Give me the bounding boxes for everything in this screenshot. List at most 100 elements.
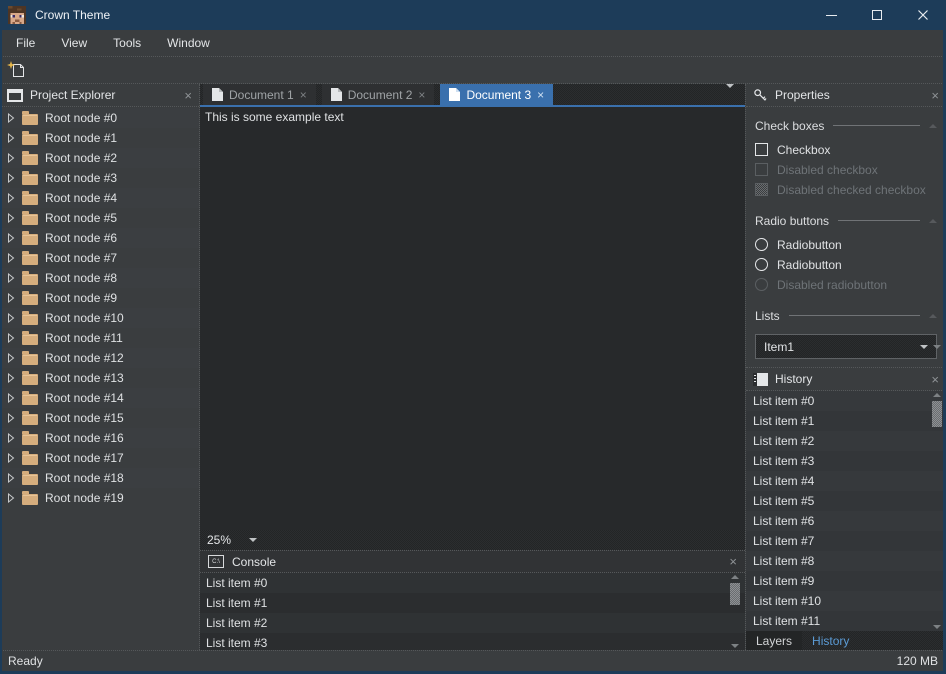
close-button[interactable] (900, 0, 946, 30)
tree-node[interactable]: Root node #3 (0, 168, 199, 188)
scroll-down-icon[interactable] (731, 644, 739, 648)
history-header[interactable]: History × (746, 368, 946, 391)
history-list-item[interactable]: List item #2 (746, 431, 946, 451)
menu-window[interactable]: Window (154, 30, 223, 56)
scroll-down-icon[interactable] (933, 625, 941, 629)
project-explorer-header[interactable]: Project Explorer × (0, 84, 199, 107)
console-list-item[interactable]: List item #3 (200, 633, 745, 653)
tree-node[interactable]: Root node #0 (0, 108, 199, 128)
tree-node[interactable]: Root node #14 (0, 388, 199, 408)
group-radio-buttons[interactable]: Radio buttons (755, 207, 937, 234)
tab-document-1[interactable]: Document 1 × (203, 84, 316, 105)
chevron-right-icon[interactable] (7, 373, 15, 383)
tab-close-icon[interactable]: × (300, 89, 307, 101)
checkbox[interactable] (755, 143, 768, 156)
history-list-item[interactable]: List item #5 (746, 491, 946, 511)
chevron-right-icon[interactable] (7, 493, 15, 503)
list-combobox[interactable]: Item1 (755, 334, 937, 359)
menu-view[interactable]: View (48, 30, 100, 56)
chevron-right-icon[interactable] (7, 113, 15, 123)
console-close-icon[interactable]: × (729, 555, 737, 568)
tab-document-2[interactable]: Document 2 × (322, 84, 435, 105)
history-list-item[interactable]: List item #4 (746, 471, 946, 491)
chevron-right-icon[interactable] (7, 433, 15, 443)
collapse-icon[interactable] (929, 124, 937, 128)
tree-node[interactable]: Root node #18 (0, 468, 199, 488)
history-list-item[interactable]: List item #8 (746, 551, 946, 571)
chevron-right-icon[interactable] (7, 353, 15, 363)
tree-node[interactable]: Root node #9 (0, 288, 199, 308)
chevron-right-icon[interactable] (7, 453, 15, 463)
properties-header[interactable]: Properties × (746, 84, 946, 107)
chevron-right-icon[interactable] (7, 213, 15, 223)
history-scrollbar[interactable] (931, 393, 943, 629)
history-list-item[interactable]: List item #9 (746, 571, 946, 591)
console-list-item[interactable]: List item #0 (200, 573, 745, 593)
chevron-right-icon[interactable] (7, 193, 15, 203)
tree-node[interactable]: Root node #6 (0, 228, 199, 248)
tree-node[interactable]: Root node #17 (0, 448, 199, 468)
chevron-right-icon[interactable] (7, 313, 15, 323)
new-document-button[interactable] (7, 61, 26, 79)
chevron-right-icon[interactable] (7, 173, 15, 183)
maximize-button[interactable] (854, 0, 900, 30)
collapse-icon[interactable] (929, 219, 937, 223)
scroll-up-icon[interactable] (731, 575, 739, 579)
tree-node[interactable]: Root node #16 (0, 428, 199, 448)
chevron-right-icon[interactable] (7, 253, 15, 263)
tab-layers[interactable]: Layers (746, 631, 802, 650)
tab-close-icon[interactable]: × (418, 89, 425, 101)
scrollbar-thumb[interactable] (730, 583, 740, 605)
title-bar[interactable]: Crown Theme (0, 0, 946, 30)
history-list-item[interactable]: List item #6 (746, 511, 946, 531)
scroll-up-icon[interactable] (933, 393, 941, 397)
radio-button[interactable] (755, 238, 768, 251)
console-header[interactable]: C:\ Console × (200, 550, 745, 573)
tree-node[interactable]: Root node #12 (0, 348, 199, 368)
tree-node[interactable]: Root node #11 (0, 328, 199, 348)
history-list-item[interactable]: List item #0 (746, 391, 946, 411)
history-list-item[interactable]: List item #3 (746, 451, 946, 471)
history-list-item[interactable]: List item #10 (746, 591, 946, 611)
group-lists[interactable]: Lists (755, 302, 937, 329)
scroll-down-icon[interactable] (933, 349, 941, 363)
tree-node[interactable]: Root node #5 (0, 208, 199, 228)
tab-overflow-button[interactable] (715, 88, 745, 102)
project-explorer-close-icon[interactable]: × (184, 89, 192, 102)
menu-file[interactable]: File (3, 30, 48, 56)
tree-node[interactable]: Root node #15 (0, 408, 199, 428)
text-editor[interactable]: This is some example text (200, 107, 745, 530)
tab-document-3[interactable]: Document 3 × (440, 84, 553, 105)
tree-node[interactable]: Root node #2 (0, 148, 199, 168)
chevron-right-icon[interactable] (7, 473, 15, 483)
tree-node[interactable]: Root node #19 (0, 488, 199, 508)
chevron-right-icon[interactable] (7, 133, 15, 143)
tree-node[interactable]: Root node #7 (0, 248, 199, 268)
tree-node[interactable]: Root node #8 (0, 268, 199, 288)
console-list-item[interactable]: List item #2 (200, 613, 745, 633)
radio-row[interactable]: Radiobutton (755, 235, 937, 254)
tab-history[interactable]: History (802, 631, 859, 650)
radio-row[interactable]: Radiobutton (755, 255, 937, 274)
history-list-item[interactable]: List item #7 (746, 531, 946, 551)
zoom-level-select[interactable]: 25% (200, 530, 264, 550)
radio-button[interactable] (755, 258, 768, 271)
tree-node[interactable]: Root node #1 (0, 128, 199, 148)
tree-node[interactable]: Root node #4 (0, 188, 199, 208)
collapse-icon[interactable] (929, 314, 937, 318)
history-close-icon[interactable]: × (931, 373, 939, 386)
history-list-item[interactable]: List item #1 (746, 411, 946, 431)
checkbox-row[interactable]: Checkbox (755, 140, 937, 159)
menu-tools[interactable]: Tools (100, 30, 154, 56)
group-check-boxes[interactable]: Check boxes (755, 112, 937, 139)
tree-node[interactable]: Root node #13 (0, 368, 199, 388)
tab-close-icon[interactable]: × (537, 89, 544, 101)
minimize-button[interactable] (808, 0, 854, 30)
chevron-right-icon[interactable] (7, 293, 15, 303)
chevron-right-icon[interactable] (7, 273, 15, 283)
chevron-right-icon[interactable] (7, 333, 15, 343)
console-scrollbar[interactable] (729, 575, 741, 648)
chevron-right-icon[interactable] (7, 233, 15, 243)
properties-close-icon[interactable]: × (931, 89, 939, 102)
scrollbar-thumb[interactable] (932, 401, 942, 427)
